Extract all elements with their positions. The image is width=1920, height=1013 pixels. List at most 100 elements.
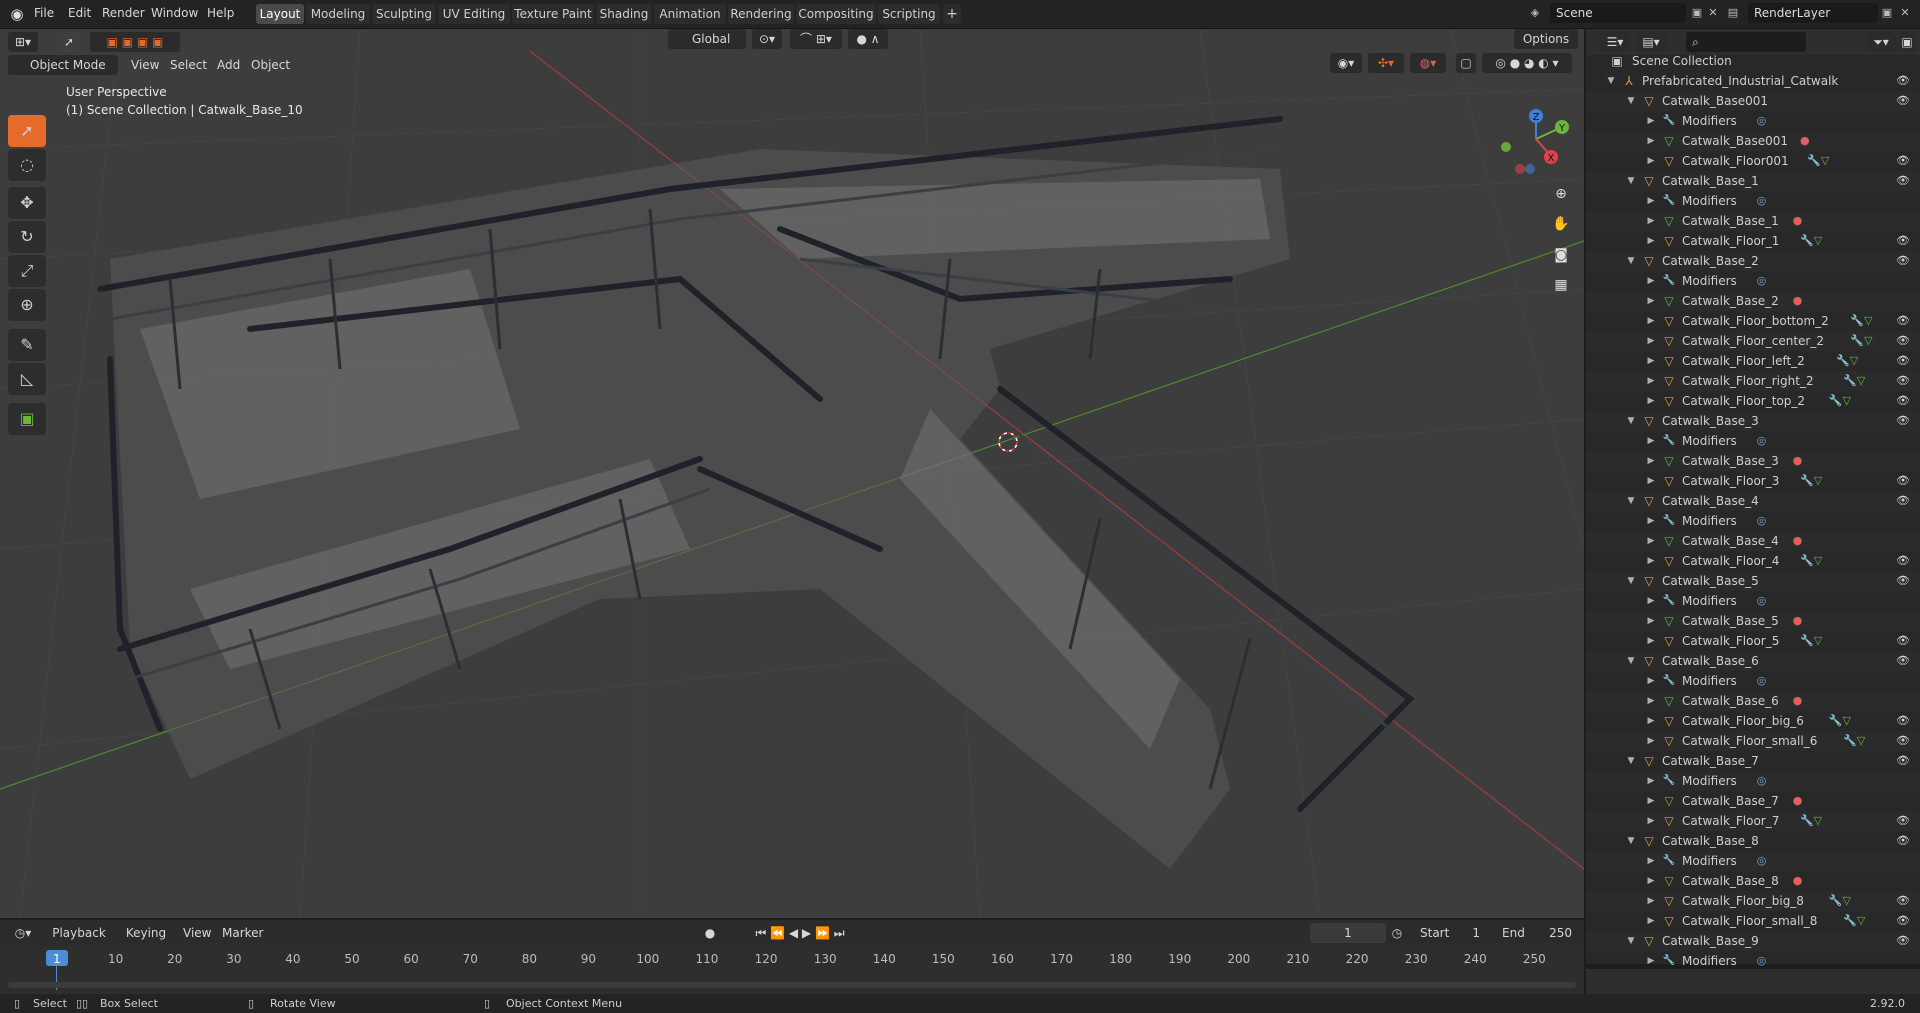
visibility-icon[interactable]: ◉▾ (1330, 53, 1362, 73)
overlay-toggle-icon[interactable]: ◍▾ (1410, 53, 1446, 73)
outliner-row[interactable]: ▶ 🔧 Modifiers ◎ (1586, 431, 1920, 451)
outliner-row[interactable]: ▶ 🔧 Modifiers ◎ (1586, 671, 1920, 691)
outliner-row[interactable]: ▶ 🔧 Modifiers ◎ (1586, 771, 1920, 791)
editor-type-icon[interactable]: ⊞▾ (8, 32, 38, 52)
timeline-ruler[interactable]: 1 10 20 30 40 50 60 70 80 90 100 110 120 130 140 150 160… (0, 946, 1584, 994)
collapse-arrow-icon[interactable]: ▼ (1626, 831, 1636, 851)
expand-arrow-icon[interactable]: ▶ (1646, 671, 1656, 691)
expand-arrow-icon[interactable]: ▶ (1646, 791, 1656, 811)
outliner-row[interactable]: ▶ ▽ Catwalk_Floor_top_2 🔧▽ 👁 (1586, 391, 1920, 411)
expand-arrow-icon[interactable]: ▶ (1646, 891, 1656, 911)
expand-arrow-icon[interactable]: ▶ (1646, 531, 1656, 551)
outliner-row[interactable]: ▶ 🔧 Modifiers ◎ (1586, 111, 1920, 131)
outliner-row[interactable]: ▶ ▽ Catwalk_Base001 ● (1586, 131, 1920, 151)
menu-edit[interactable]: Edit (68, 0, 91, 28)
start-field[interactable]: 1 (1452, 923, 1486, 943)
visibility-eye-icon[interactable]: 👁 (1896, 391, 1910, 411)
tab-layout[interactable]: Layout (256, 4, 304, 24)
outliner-row[interactable]: ▶ 🔧 Modifiers ◎ (1586, 851, 1920, 871)
menu-render[interactable]: Render (102, 0, 145, 28)
expand-arrow-icon[interactable]: ▶ (1646, 391, 1656, 411)
visibility-eye-icon[interactable]: 👁 (1896, 571, 1910, 591)
expand-arrow-icon[interactable]: ▶ (1646, 711, 1656, 731)
expand-arrow-icon[interactable]: ▶ (1646, 511, 1656, 531)
outliner-row[interactable]: ▶ ▽ Catwalk_Base_7 ● (1586, 791, 1920, 811)
navigation-gizmo[interactable]: Z Y X (1490, 89, 1570, 189)
outliner-row[interactable]: ▼ ⅄ Prefabricated_Industrial_Catwalk 👁 (1586, 71, 1920, 91)
outliner-row[interactable]: ▶ 🔧 Modifiers ◎ (1586, 591, 1920, 611)
new-layer-icon[interactable]: ▣ (1878, 4, 1896, 22)
collapse-arrow-icon[interactable]: ▼ (1626, 411, 1636, 431)
collapse-arrow-icon[interactable]: ▼ (1626, 171, 1636, 191)
outliner-row[interactable]: ▶ ▽ Catwalk_Floor_1 🔧▽ 👁 (1586, 231, 1920, 251)
current-frame-field[interactable]: 1 (1310, 923, 1386, 943)
view-layer-icon[interactable]: ▤ (1724, 4, 1742, 22)
scene-collection-row[interactable]: ▣ Scene Collection (1586, 51, 1920, 71)
blender-logo-icon[interactable]: ◉ (6, 4, 28, 24)
scene-field[interactable]: Scene (1550, 3, 1686, 23)
viewport-menu-view[interactable]: View (131, 55, 159, 75)
tab-scripting[interactable]: Scripting (878, 4, 940, 24)
timeline-menu-view[interactable]: View (183, 923, 211, 943)
measure-tool-icon[interactable]: ◺ (8, 363, 46, 395)
expand-arrow-icon[interactable]: ▶ (1646, 771, 1656, 791)
end-field[interactable]: 250 (1530, 923, 1578, 943)
expand-arrow-icon[interactable]: ▶ (1646, 591, 1656, 611)
outliner-row[interactable]: ▶ ▽ Catwalk_Floor_7 🔧▽ 👁 (1586, 811, 1920, 831)
outliner-row[interactable]: ▼ ▽ Catwalk_Base_4 👁 (1586, 491, 1920, 511)
tab-texture-paint[interactable]: Texture Paint (512, 4, 594, 24)
visibility-eye-icon[interactable]: 👁 (1896, 551, 1910, 571)
transform-tool-icon[interactable]: ⊕ (8, 289, 46, 321)
playback-dropdown[interactable]: Playback (46, 923, 112, 943)
render-layer-field[interactable]: RenderLayer (1748, 3, 1878, 23)
outliner-row[interactable]: ▶ ▽ Catwalk_Base_1 ● (1586, 211, 1920, 231)
outliner-row[interactable]: ▶ ▽ Catwalk_Floor_small_8 🔧▽ 👁 (1586, 911, 1920, 931)
shading-mode-icons[interactable]: ◎ ● ◕ ◐ ▾ (1482, 53, 1572, 73)
select-box-tool-icon[interactable]: ➚ (8, 115, 46, 147)
menu-file[interactable]: File (34, 0, 54, 28)
visibility-eye-icon[interactable]: 👁 (1896, 71, 1910, 91)
visibility-eye-icon[interactable]: 👁 (1896, 631, 1910, 651)
expand-arrow-icon[interactable]: ▶ (1646, 551, 1656, 571)
visibility-eye-icon[interactable]: 👁 (1896, 251, 1910, 271)
select-mode-icons[interactable]: ▣ ▣ ▣ ▣ (90, 32, 180, 52)
annotate-tool-icon[interactable]: ✎ (8, 329, 46, 361)
visibility-eye-icon[interactable]: 👁 (1896, 651, 1910, 671)
select-cursor-icon[interactable]: ➚ (58, 32, 80, 52)
outliner-row[interactable]: ▶ 🔧 Modifiers ◎ (1586, 511, 1920, 531)
proportional-edit-icon[interactable]: ● ∧ (848, 29, 888, 49)
outliner-editor-icon[interactable]: ☰▾ (1600, 32, 1630, 52)
delete-scene-icon[interactable]: ✕ (1704, 4, 1722, 22)
visibility-eye-icon[interactable]: 👁 (1896, 91, 1910, 111)
preview-range-icon[interactable]: ◷ (1386, 923, 1408, 943)
delete-layer-icon[interactable]: ✕ (1896, 4, 1914, 22)
outliner-row[interactable]: ▶ ▽ Catwalk_Floor_small_6 🔧▽ 👁 (1586, 731, 1920, 751)
visibility-eye-icon[interactable]: 👁 (1896, 331, 1910, 351)
outliner-row[interactable]: ▶ ▽ Catwalk_Base_5 ● (1586, 611, 1920, 631)
expand-arrow-icon[interactable]: ▶ (1646, 431, 1656, 451)
keying-dropdown[interactable]: Keying (118, 923, 174, 943)
menu-help[interactable]: Help (207, 0, 234, 28)
expand-arrow-icon[interactable]: ▶ (1646, 271, 1656, 291)
record-icon[interactable]: ● (698, 923, 722, 943)
outliner-row[interactable]: ▶ ▽ Catwalk_Base_4 ● (1586, 531, 1920, 551)
timeline-scrollbar[interactable] (8, 982, 1576, 988)
camera-view-icon[interactable]: ◙ (1548, 242, 1574, 268)
outliner-row[interactable]: ▶ ▽ Catwalk_Base_6 ● (1586, 691, 1920, 711)
outliner-row[interactable]: ▶ ▽ Catwalk_Floor_bottom_2 🔧▽ 👁 (1586, 311, 1920, 331)
timeline-menu-marker[interactable]: Marker (222, 923, 263, 943)
playback-controls-icon[interactable]: ⏮ ⏪ ◀ ▶ ⏩ ⏭ (744, 923, 856, 943)
collapse-arrow-icon[interactable]: ▼ (1626, 651, 1636, 671)
xray-icon[interactable]: ▢ (1456, 53, 1476, 73)
visibility-eye-icon[interactable]: 👁 (1896, 711, 1910, 731)
visibility-eye-icon[interactable]: 👁 (1896, 891, 1910, 911)
collapse-arrow-icon[interactable]: ▼ (1626, 931, 1636, 951)
outliner-row[interactable]: ▶ ▽ Catwalk_Floor_left_2 🔧▽ 👁 (1586, 351, 1920, 371)
visibility-eye-icon[interactable]: 👁 (1896, 231, 1910, 251)
viewport-menu-object[interactable]: Object (251, 55, 290, 75)
expand-arrow-icon[interactable]: ▶ (1646, 451, 1656, 471)
expand-arrow-icon[interactable]: ▶ (1646, 371, 1656, 391)
collapse-arrow-icon[interactable]: ▼ (1626, 571, 1636, 591)
pivot-icon[interactable]: ⊙▾ (752, 29, 782, 49)
outliner-row[interactable]: ▶ ▽ Catwalk_Base_2 ● (1586, 291, 1920, 311)
